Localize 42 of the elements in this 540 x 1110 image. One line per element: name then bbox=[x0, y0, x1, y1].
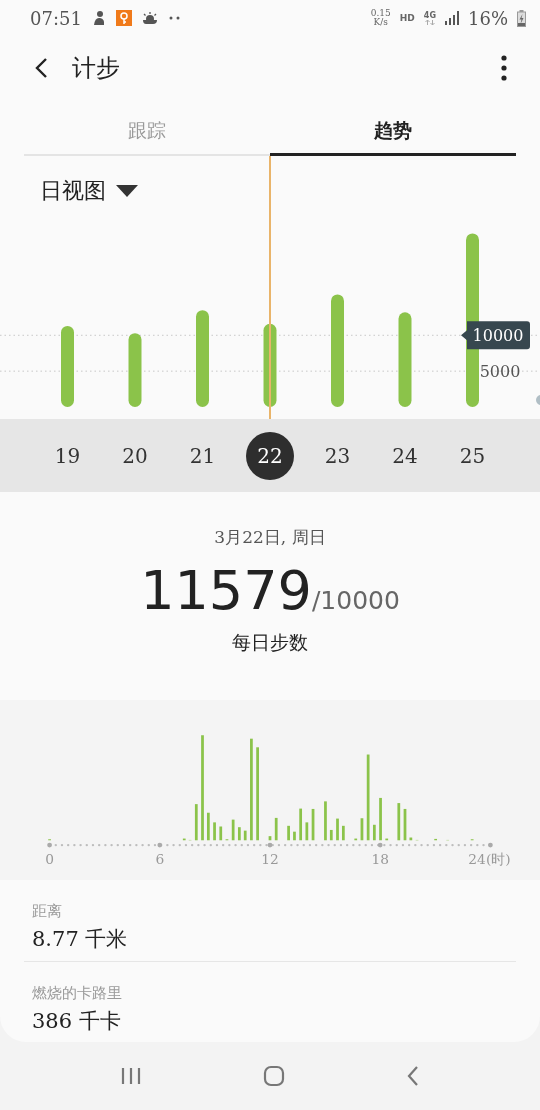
date-item[interactable]: 23 bbox=[313, 432, 362, 480]
step-count: 11579 bbox=[140, 559, 312, 622]
selected-date: 3月22日, 周日 bbox=[214, 526, 326, 549]
hour-label: 24(时) bbox=[468, 850, 511, 867]
hour-label: 6 bbox=[155, 850, 165, 867]
axis-tick-label: 5000 bbox=[479, 362, 521, 382]
date-item[interactable]: 19 bbox=[43, 432, 92, 480]
date-item[interactable]: 24 bbox=[381, 432, 429, 480]
view-label: 日视图 bbox=[40, 177, 106, 205]
hour-label: 12 bbox=[261, 850, 279, 867]
key-app-icon bbox=[115, 10, 132, 26]
step-goal: /10000 bbox=[311, 586, 400, 615]
steps-caption: 每日步数 bbox=[232, 630, 308, 655]
home-icon[interactable] bbox=[263, 1065, 285, 1087]
y-tick-label: 10000 bbox=[472, 326, 524, 346]
metric-value: 386 千卡 bbox=[32, 1008, 122, 1035]
speed-unit: K/s bbox=[373, 18, 388, 27]
metric-label: 燃烧的卡路里 bbox=[32, 984, 123, 1003]
data-arrows-icon bbox=[424, 20, 435, 25]
date-item[interactable]: 20 bbox=[111, 432, 159, 480]
date-item[interactable]: 22 bbox=[246, 432, 294, 480]
metric-value: 8.77 千米 bbox=[32, 926, 129, 953]
recent-apps-icon[interactable] bbox=[120, 1067, 143, 1085]
hd-label: HD bbox=[399, 13, 415, 23]
clock-time: 07:51 bbox=[30, 7, 82, 29]
date-item[interactable]: 21 bbox=[178, 432, 227, 480]
metric-label: 距离 bbox=[32, 902, 63, 921]
weather-icon bbox=[140, 11, 159, 25]
more-notifications-icon bbox=[167, 15, 182, 21]
battery-icon bbox=[517, 9, 526, 27]
more-options-icon[interactable] bbox=[500, 55, 508, 81]
hour-label: 18 bbox=[371, 850, 389, 867]
goal-tag: 10000 bbox=[461, 321, 530, 350]
page-title: 计步 bbox=[72, 53, 121, 84]
hour-label: 0 bbox=[45, 850, 54, 867]
dropdown-caret-icon bbox=[116, 184, 138, 198]
battery-percent: 16% bbox=[468, 7, 508, 29]
network-type: 4G bbox=[423, 11, 436, 20]
network-speed: 0.15 bbox=[370, 9, 391, 18]
date-item[interactable]: 25 bbox=[448, 432, 497, 480]
back-nav-icon[interactable] bbox=[405, 1065, 420, 1087]
signal-icon bbox=[445, 11, 459, 25]
